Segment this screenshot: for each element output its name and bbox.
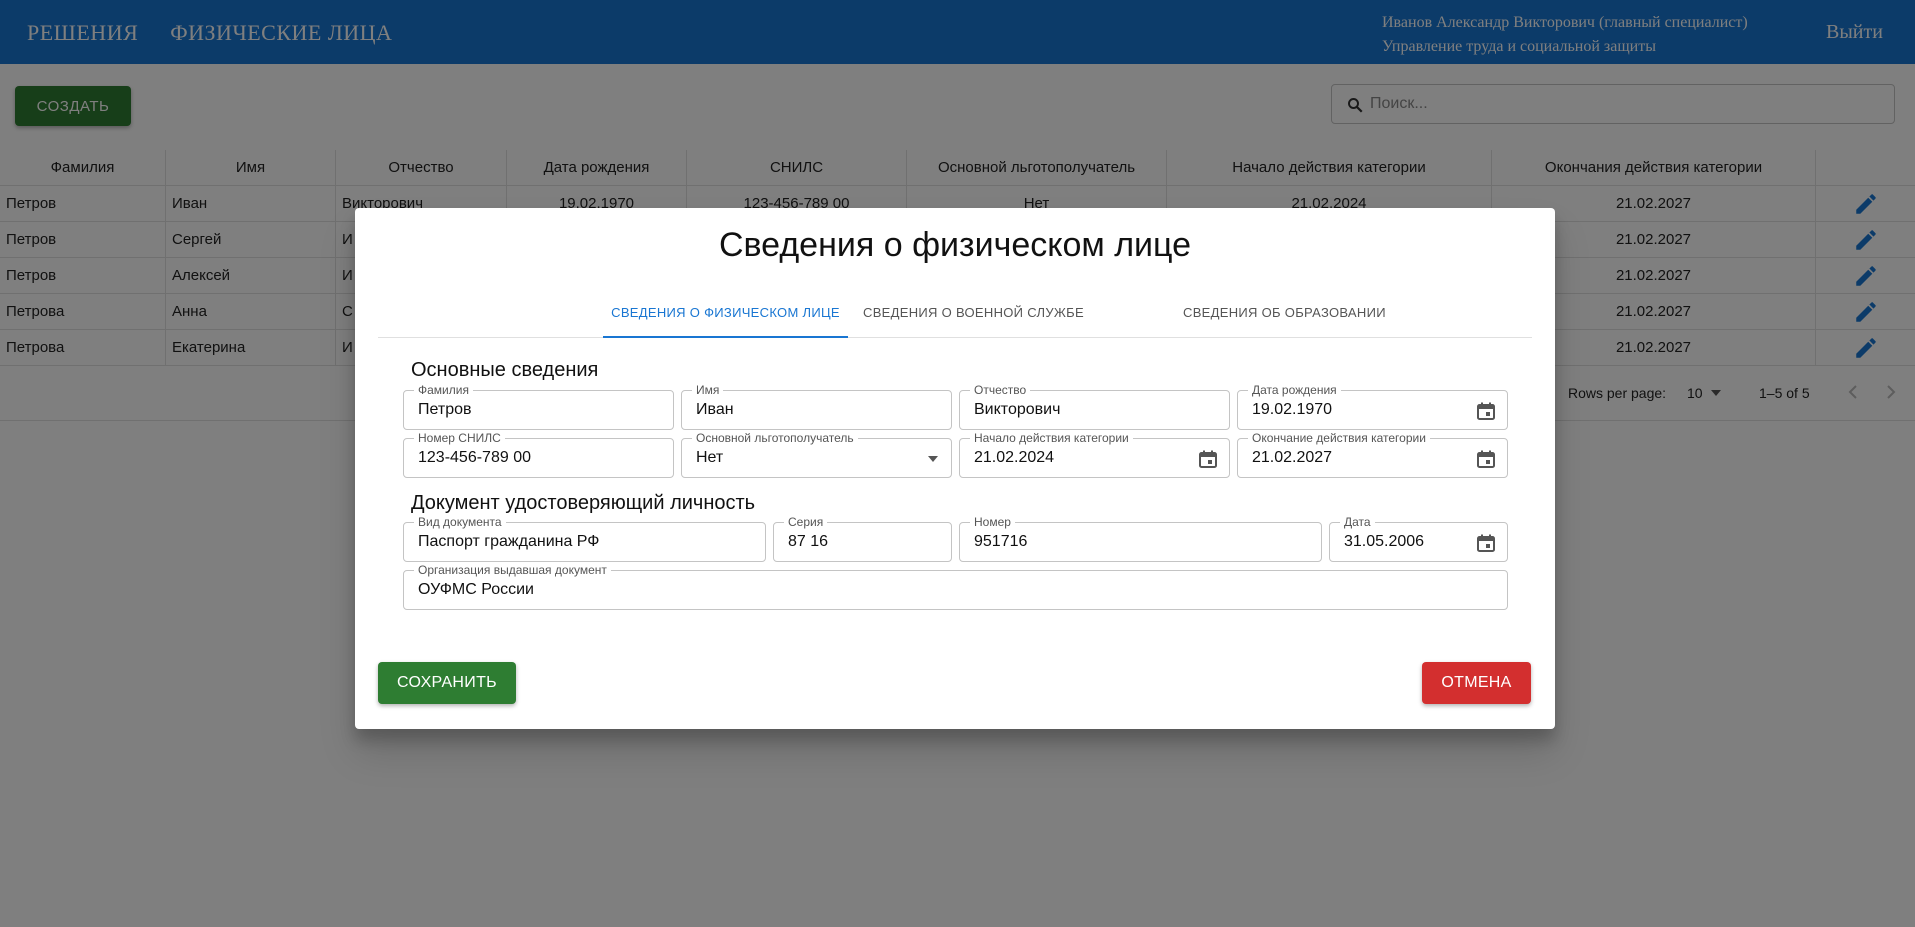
save-button[interactable]: СОХРАНИТЬ [378, 662, 516, 704]
first-name-field[interactable]: Имя Иван [681, 383, 952, 430]
tab-military-service[interactable]: СВЕДЕНИЯ О ВОЕННОЙ СЛУЖБЕ [863, 288, 1084, 338]
field-label: Номер [970, 515, 1015, 529]
calendar-icon[interactable] [1198, 449, 1218, 469]
field-label: Серия [784, 515, 828, 529]
field-label: Дата [1340, 515, 1375, 529]
birth-date-field[interactable]: Дата рождения 19.02.1970 [1237, 383, 1508, 430]
tab-personal-info[interactable]: СВЕДЕНИЯ О ФИЗИЧЕСКОМ ЛИЦЕ [603, 288, 848, 338]
category-end-field[interactable]: Окончание действия категории 21.02.2027 [1237, 431, 1508, 478]
field-value[interactable]: 87 16 [788, 533, 828, 551]
snils-field[interactable]: Номер СНИЛС 123-456-789 00 [403, 431, 674, 478]
field-label: Фамилия [414, 383, 473, 397]
section-title-main: Основные сведения [411, 359, 599, 381]
field-value[interactable]: Паспорт гражданина РФ [418, 533, 599, 551]
field-value[interactable]: 31.05.2006 [1344, 533, 1424, 551]
field-label: Отчество [970, 383, 1031, 397]
doc-date-field[interactable]: Дата 31.05.2006 [1329, 515, 1508, 562]
cancel-button[interactable]: ОТМЕНА [1422, 662, 1531, 704]
calendar-icon[interactable] [1476, 449, 1496, 469]
calendar-icon[interactable] [1476, 401, 1496, 421]
field-value[interactable]: 951716 [974, 533, 1027, 551]
doc-series-field[interactable]: Серия 87 16 [773, 515, 952, 562]
field-label: Начало действия категории [970, 431, 1133, 445]
field-value[interactable]: Викторович [974, 401, 1060, 419]
field-value[interactable]: Петров [418, 401, 472, 419]
field-label: Вид документа [414, 515, 506, 529]
tab-education[interactable]: СВЕДЕНИЯ ОБ ОБРАЗОВАНИИ [1183, 288, 1386, 338]
field-label: Основной льготополучатель [692, 431, 858, 445]
dialog-title: Сведения о физическом лице [718, 226, 1192, 264]
doc-type-field[interactable]: Вид документа Паспорт гражданина РФ [403, 515, 766, 562]
dialog-tabs: СВЕДЕНИЯ О ФИЗИЧЕСКОМ ЛИЦЕ СВЕДЕНИЯ О ВО… [378, 288, 1532, 338]
doc-number-field[interactable]: Номер 951716 [959, 515, 1322, 562]
field-value[interactable]: Иван [696, 401, 734, 419]
field-label: Окончание действия категории [1248, 431, 1430, 445]
category-start-field[interactable]: Начало действия категории 21.02.2024 [959, 431, 1230, 478]
main-beneficiary-select[interactable]: Основной льготополучатель Нет [681, 431, 952, 478]
patronymic-field[interactable]: Отчество Викторович [959, 383, 1230, 430]
field-value[interactable]: 21.02.2027 [1252, 449, 1332, 467]
field-value[interactable]: Нет [696, 449, 723, 467]
field-label: Дата рождения [1248, 383, 1341, 397]
section-title-document: Документ удостоверяющий личность [411, 492, 756, 514]
field-value[interactable]: 21.02.2024 [974, 449, 1054, 467]
doc-issuer-field[interactable]: Организация выдавшая документ ОУФМС Росс… [403, 563, 1508, 610]
field-label: Имя [692, 383, 724, 397]
caret-down-icon[interactable] [927, 454, 939, 464]
field-value[interactable]: 123-456-789 00 [418, 449, 531, 467]
field-label: Организация выдавшая документ [414, 563, 611, 577]
last-name-field[interactable]: Фамилия Петров [403, 383, 674, 430]
person-details-dialog: Сведения о физическом лице СВЕДЕНИЯ О ФИ… [355, 208, 1555, 729]
field-value[interactable]: 19.02.1970 [1252, 401, 1332, 419]
field-label: Номер СНИЛС [414, 431, 505, 445]
calendar-icon[interactable] [1476, 533, 1496, 553]
field-value[interactable]: ОУФМС России [418, 581, 534, 599]
